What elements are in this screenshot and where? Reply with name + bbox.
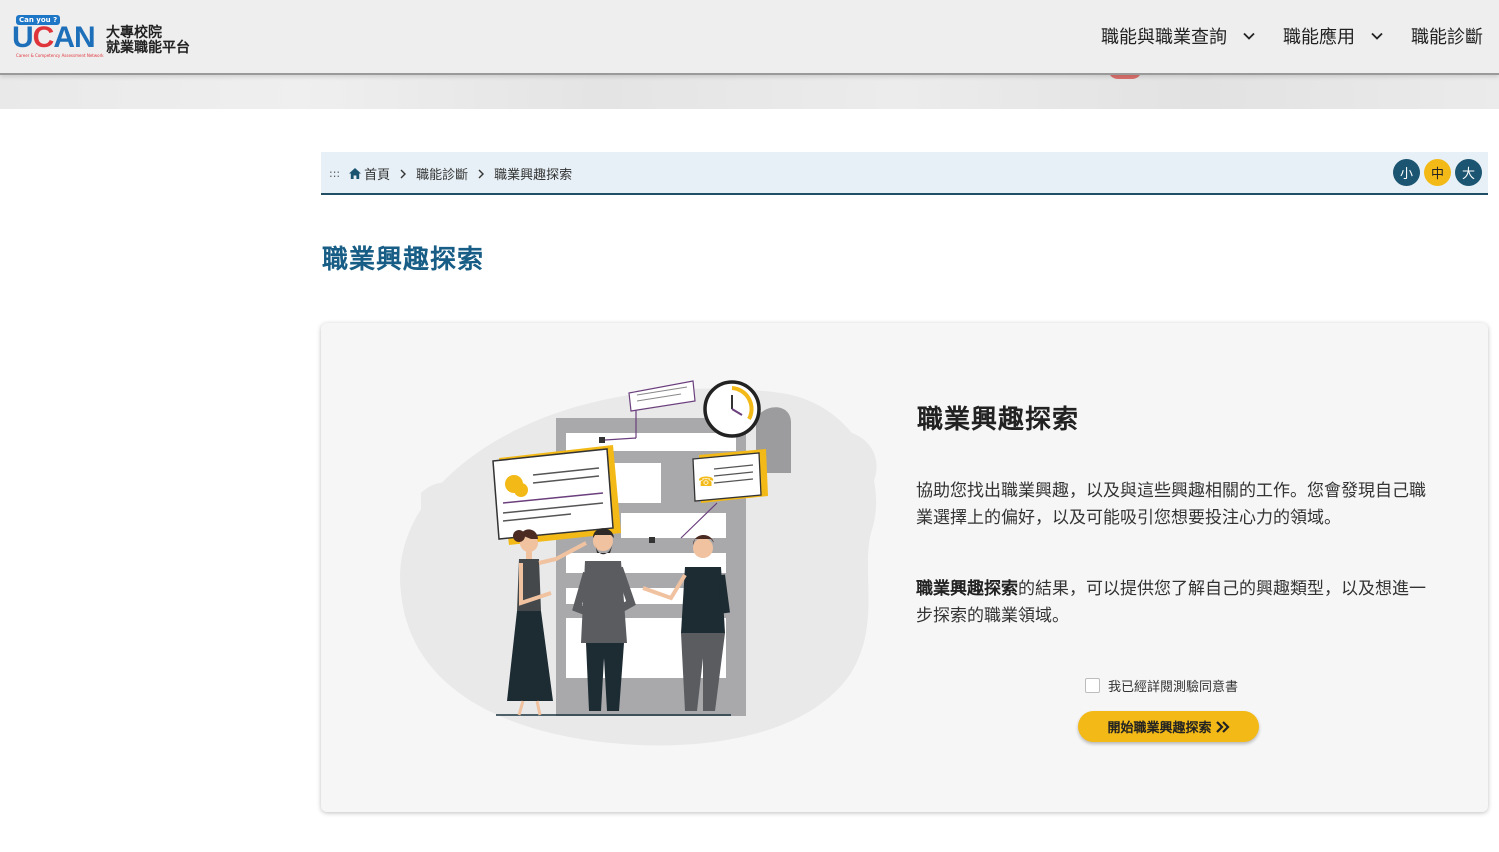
chevron-down-icon xyxy=(1243,32,1255,40)
card-description: 協助您找出職業興趣，以及與這些興趣相關的工作。您會發現自己職業選擇上的偏好，以及… xyxy=(916,481,1426,528)
consent-checkbox[interactable] xyxy=(1085,678,1100,693)
breadcrumb-trail: ::: 首頁 職能診斷 職業興趣探索 xyxy=(329,164,572,183)
chevron-down-icon xyxy=(1371,32,1383,40)
accesskey-marker[interactable]: ::: xyxy=(329,167,340,180)
nav-item-competency-diagnosis[interactable]: 職能診斷 xyxy=(1411,23,1483,49)
site-header: Can you ? UCAN Career & Competency Asses… xyxy=(0,0,1499,75)
breadcrumb-competency-diagnosis[interactable]: 職能診斷 xyxy=(416,164,468,183)
chevron-right-icon xyxy=(478,169,485,178)
double-chevron-right-icon xyxy=(1215,720,1230,733)
logo-name-line2: 就業職能平台 xyxy=(106,40,190,56)
breadcrumb-home[interactable]: 首頁 xyxy=(364,164,390,183)
banner-image-strip xyxy=(0,69,1499,109)
home-icon[interactable] xyxy=(348,167,362,180)
ucan-logo[interactable]: Can you ? UCAN Career & Competency Asses… xyxy=(8,13,198,61)
logo-wordmark: UCAN xyxy=(12,21,96,54)
nav-label: 職能診斷 xyxy=(1411,27,1483,48)
font-size-medium-button[interactable]: 中 xyxy=(1424,159,1451,186)
start-exploration-button[interactable]: 開始職業興趣探索 xyxy=(1078,711,1259,742)
font-size-controls: 小 中 大 xyxy=(1389,159,1482,186)
page-title: 職業興趣探索 xyxy=(322,245,485,275)
svg-text:☎: ☎ xyxy=(698,475,714,490)
breadcrumb-current: 職業興趣探索 xyxy=(494,168,573,183)
logo-name-line1: 大專校院 xyxy=(106,25,162,41)
card-result-description: 職業興趣探索的結果，可以提供您了解自己的興趣類型，以及想進一步探索的職業領域。 xyxy=(916,576,1426,630)
team-discussion-illustration: ☎ xyxy=(400,380,877,746)
breadcrumb: ::: 首頁 職能診斷 職業興趣探索 小 中 大 xyxy=(321,152,1488,195)
nav-item-occupation-query[interactable]: 職能與職業查詢 xyxy=(1101,23,1255,49)
card-title: 職業興趣探索 xyxy=(917,405,1080,435)
chevron-right-icon xyxy=(400,169,407,178)
nav-label: 職能與職業查詢 xyxy=(1101,27,1227,48)
consent-checkbox-row[interactable]: 我已經詳閱測驗同意書 xyxy=(1085,676,1238,695)
result-emphasis: 職業興趣探索 xyxy=(916,579,1018,599)
logo-tagline: Career & Competency Assessment Network xyxy=(16,53,104,58)
font-size-large-button[interactable]: 大 xyxy=(1455,159,1482,186)
interest-exploration-card: ☎ 職業興趣探索 協助您找出職業興趣，以及與這些興趣相關的工作。您會發現自己職業… xyxy=(321,323,1488,812)
main-nav: 職能與職業查詢 職能應用 職能診斷 xyxy=(1073,23,1483,49)
font-size-small-button[interactable]: 小 xyxy=(1393,159,1420,186)
consent-label: 我已經詳閱測驗同意書 xyxy=(1108,680,1239,695)
nav-label: 職能應用 xyxy=(1283,27,1355,48)
start-button-label: 開始職業興趣探索 xyxy=(1107,721,1212,736)
nav-item-competency-application[interactable]: 職能應用 xyxy=(1283,23,1383,49)
